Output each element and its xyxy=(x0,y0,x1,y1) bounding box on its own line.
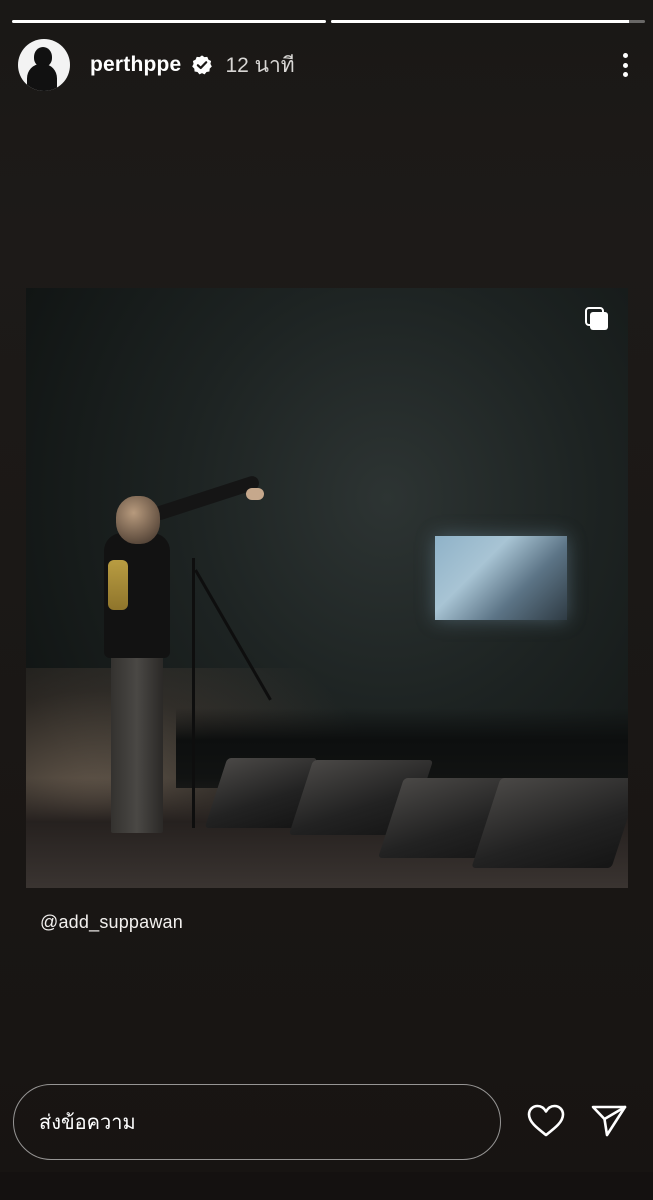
mention-tag[interactable]: @add_suppawan xyxy=(40,912,183,933)
more-dot xyxy=(622,53,628,58)
story-screen: perthppe 12 นาที @add_suppawan ส่งข้อควา… xyxy=(0,0,653,1200)
username[interactable]: perthppe xyxy=(90,53,181,77)
stage-video-screen xyxy=(435,536,567,620)
progress-segment xyxy=(331,20,645,23)
performer-hand xyxy=(246,488,264,500)
more-options-icon[interactable] xyxy=(615,51,635,79)
story-progress-bars xyxy=(12,20,645,23)
progress-fill xyxy=(331,20,630,23)
verified-badge-icon xyxy=(191,54,213,76)
heart-icon[interactable] xyxy=(526,1101,566,1141)
mic-stand xyxy=(192,558,195,828)
more-dot xyxy=(622,72,628,77)
bottom-bar xyxy=(0,1172,653,1200)
more-dot xyxy=(622,62,628,68)
reply-placeholder: ส่งข้อความ xyxy=(39,1112,136,1134)
avatar-silhouette-body xyxy=(27,64,57,91)
send-icon[interactable] xyxy=(589,1101,629,1141)
progress-fill xyxy=(12,20,326,23)
progress-segment xyxy=(12,20,326,23)
reply-message-input[interactable]: ส่งข้อความ xyxy=(13,1084,501,1160)
performer-jacket-detail xyxy=(108,560,128,610)
avatar[interactable] xyxy=(18,39,70,91)
story-timestamp: 12 นาที xyxy=(225,53,295,77)
carousel-icon xyxy=(584,306,610,332)
performer-head xyxy=(116,496,160,544)
shared-post-photo[interactable] xyxy=(26,288,628,888)
performer-arm xyxy=(151,474,261,522)
story-header: perthppe 12 นาที xyxy=(18,38,635,92)
performer-legs xyxy=(111,648,163,833)
